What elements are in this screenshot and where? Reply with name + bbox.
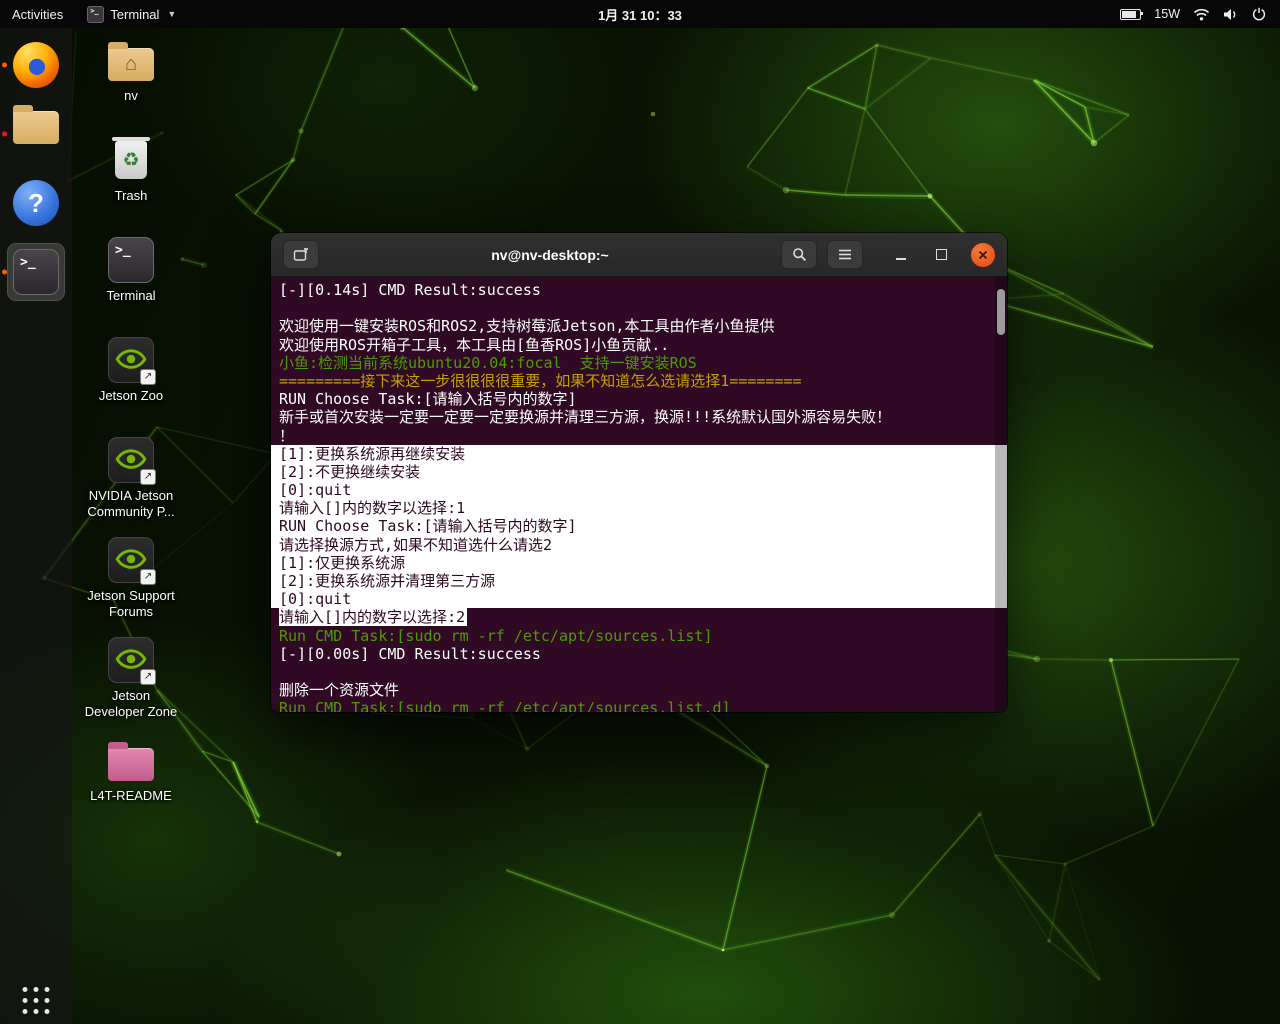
new-tab-button[interactable] — [283, 240, 319, 269]
terminal-line: RUN Choose Task:[请输入括号内的数字] — [279, 390, 993, 408]
chevron-down-icon: ▼ — [167, 9, 176, 19]
hamburger-menu-button[interactable] — [827, 240, 863, 269]
activities-button[interactable]: Activities — [0, 0, 75, 28]
dock: ? — [0, 28, 72, 1024]
shortcut-arrow-badge: ↗ — [140, 669, 156, 685]
terminal-line: Run CMD Task:[sudo rm -rf /etc/apt/sourc… — [279, 699, 993, 712]
maximize-button[interactable] — [929, 243, 953, 267]
terminal-line: 新手或首次安装一定要一定要一定要换源并清理三方源，换源!!!系统默认国外源容易失… — [279, 408, 993, 426]
desktop-icon-jetson-developer-zone[interactable]: ↗ Jetson Developer Zone — [83, 636, 179, 720]
minimize-button[interactable] — [889, 243, 913, 267]
trash-icon: ♻ — [115, 141, 147, 179]
show-applications-button[interactable] — [23, 987, 50, 1014]
terminal-line: 小鱼:检测当前系统ubuntu20.04:focal 支持一键安装ROS — [279, 354, 993, 372]
desktop-icon-nv[interactable]: ⌂ nv — [83, 36, 179, 104]
shortcut-arrow-badge: ↗ — [140, 369, 156, 385]
dock-item-files[interactable] — [13, 111, 59, 157]
desktop-icon-trash[interactable]: ♻ Trash — [83, 136, 179, 204]
power-draw-icon — [1120, 9, 1141, 20]
help-icon: ? — [13, 180, 59, 226]
running-indicator-dot — [2, 132, 7, 137]
running-indicator-dot — [2, 270, 7, 275]
desktop-icon-nvidia-jetson-community-p[interactable]: ↗ NVIDIA Jetson Community P... — [83, 436, 179, 520]
desktop-icon-label: Terminal — [83, 288, 179, 304]
firefox-icon — [13, 42, 59, 88]
terminal-line: Run CMD Task:[sudo rm -rf /etc/apt/sourc… — [279, 627, 993, 645]
close-icon — [978, 250, 988, 260]
dock-item-firefox[interactable] — [13, 42, 59, 88]
terminal-line: 欢迎使用一键安装ROS和ROS2,支持树莓派Jetson,本工具由作者小鱼提供 — [279, 317, 993, 335]
maximize-icon — [936, 249, 947, 260]
terminal-titlebar[interactable]: nv@nv-desktop:~ — [271, 233, 1007, 277]
close-button[interactable] — [971, 243, 995, 267]
clock[interactable]: 1月 31 10：33 — [588, 0, 692, 28]
clock-label: 1月 31 10：33 — [598, 5, 682, 24]
recycle-glyph: ♻ — [122, 151, 139, 170]
files-icon — [13, 111, 59, 144]
nvidia-jetson-icon: ↗ — [108, 537, 154, 583]
terminal-line: [0]:quit — [271, 590, 1007, 608]
terminal-output[interactable]: [-][0.14s] CMD Result:success 欢迎使用一键安装RO… — [271, 277, 1007, 712]
terminal-line: 请选择换源方式,如果不知道选什么请选2 — [271, 536, 1007, 554]
terminal-line: RUN Choose Task:[请输入括号内的数字] — [271, 517, 1007, 535]
minimize-icon — [896, 258, 906, 260]
window-title: nv@nv-desktop:~ — [329, 247, 771, 263]
terminal-line: ！ — [279, 427, 993, 445]
home-folder-icon: ⌂ — [108, 48, 154, 81]
desktop-icon-jetson-zoo[interactable]: ↗ Jetson Zoo — [83, 336, 179, 404]
desktop-icon-label: Jetson Developer Zone — [83, 688, 179, 720]
terminal-line: [1]:更换系统源再继续安装 — [271, 445, 1007, 463]
desktop-icon-label: NVIDIA Jetson Community P... — [83, 488, 179, 520]
shortcut-arrow-badge: ↗ — [140, 469, 156, 485]
terminal-line: 欢迎使用ROS开箱子工具，本工具由[鱼香ROS]小鱼贡献.. — [279, 336, 993, 354]
scrollbar-thumb[interactable] — [997, 289, 1005, 335]
scrollbar-track[interactable] — [995, 277, 1007, 712]
nvidia-jetson-icon: ↗ — [108, 337, 154, 383]
power-draw-label: 15W — [1154, 7, 1180, 21]
power-icon — [1252, 7, 1266, 21]
desktop-icon-label: nv — [83, 88, 179, 104]
desktop-icon-label: Jetson Support Forums — [83, 588, 179, 620]
volume-icon — [1223, 8, 1239, 21]
terminal-line: 删除一个资源文件 — [279, 681, 993, 699]
search-button[interactable] — [781, 240, 817, 269]
terminal-app-icon — [87, 6, 104, 23]
shortcut-arrow-badge: ↗ — [140, 569, 156, 585]
desktop-screen: Activities Terminal ▼ 1月 31 10：33 15W — [0, 0, 1280, 1024]
desktop-icon-label: Jetson Zoo — [83, 388, 179, 404]
terminal-line: [2]:不更换继续安装 — [271, 463, 1007, 481]
terminal-icon — [108, 237, 154, 283]
desktop-icon-jetson-support-forums[interactable]: ↗ Jetson Support Forums — [83, 536, 179, 620]
nvidia-jetson-icon: ↗ — [108, 437, 154, 483]
top-bar: Activities Terminal ▼ 1月 31 10：33 15W — [0, 0, 1280, 28]
desktop-icon-l4t-readme[interactable]: L4T-README — [83, 736, 179, 804]
app-menu[interactable]: Terminal ▼ — [75, 0, 188, 28]
terminal-line: [-][0.14s] CMD Result:success — [279, 281, 993, 299]
desktop-icon-terminal[interactable]: Terminal — [83, 236, 179, 304]
terminal-lines: [-][0.14s] CMD Result:success 欢迎使用一键安装RO… — [279, 281, 993, 712]
wifi-icon — [1193, 8, 1210, 21]
terminal-line — [279, 663, 993, 681]
home-glyph: ⌂ — [108, 48, 154, 81]
app-menu-label: Terminal — [110, 7, 159, 22]
system-tray[interactable]: 15W — [1120, 0, 1280, 28]
terminal-line: [2]:更换系统源并清理第三方源 — [271, 572, 1007, 590]
terminal-line: 请输入[]内的数字以选择:2 — [279, 608, 993, 626]
nvidia-jetson-icon: ↗ — [108, 637, 154, 683]
terminal-line: [0]:quit — [271, 481, 1007, 499]
terminal-window: nv@nv-desktop:~ [-][0.14s] CMD Result:su… — [271, 233, 1007, 712]
terminal-line: =========接下来这一步很很很很重要，如果不知道怎么选请选择1======… — [279, 372, 993, 390]
terminal-line: [-][0.00s] CMD Result:success — [279, 645, 993, 663]
terminal-icon — [13, 249, 59, 295]
dock-item-terminal[interactable] — [13, 249, 59, 295]
terminal-line — [279, 299, 993, 317]
desktop-icon-label: L4T-README — [83, 788, 179, 804]
terminal-line: 请输入[]内的数字以选择:1 — [271, 499, 1007, 517]
terminal-line: [1]:仅更换系统源 — [271, 554, 1007, 572]
activities-label: Activities — [12, 7, 63, 22]
desktop-icon-label: Trash — [83, 188, 179, 204]
folder-icon — [108, 748, 154, 781]
dock-item-help[interactable]: ? — [13, 180, 59, 226]
running-indicator-dot — [2, 63, 7, 68]
